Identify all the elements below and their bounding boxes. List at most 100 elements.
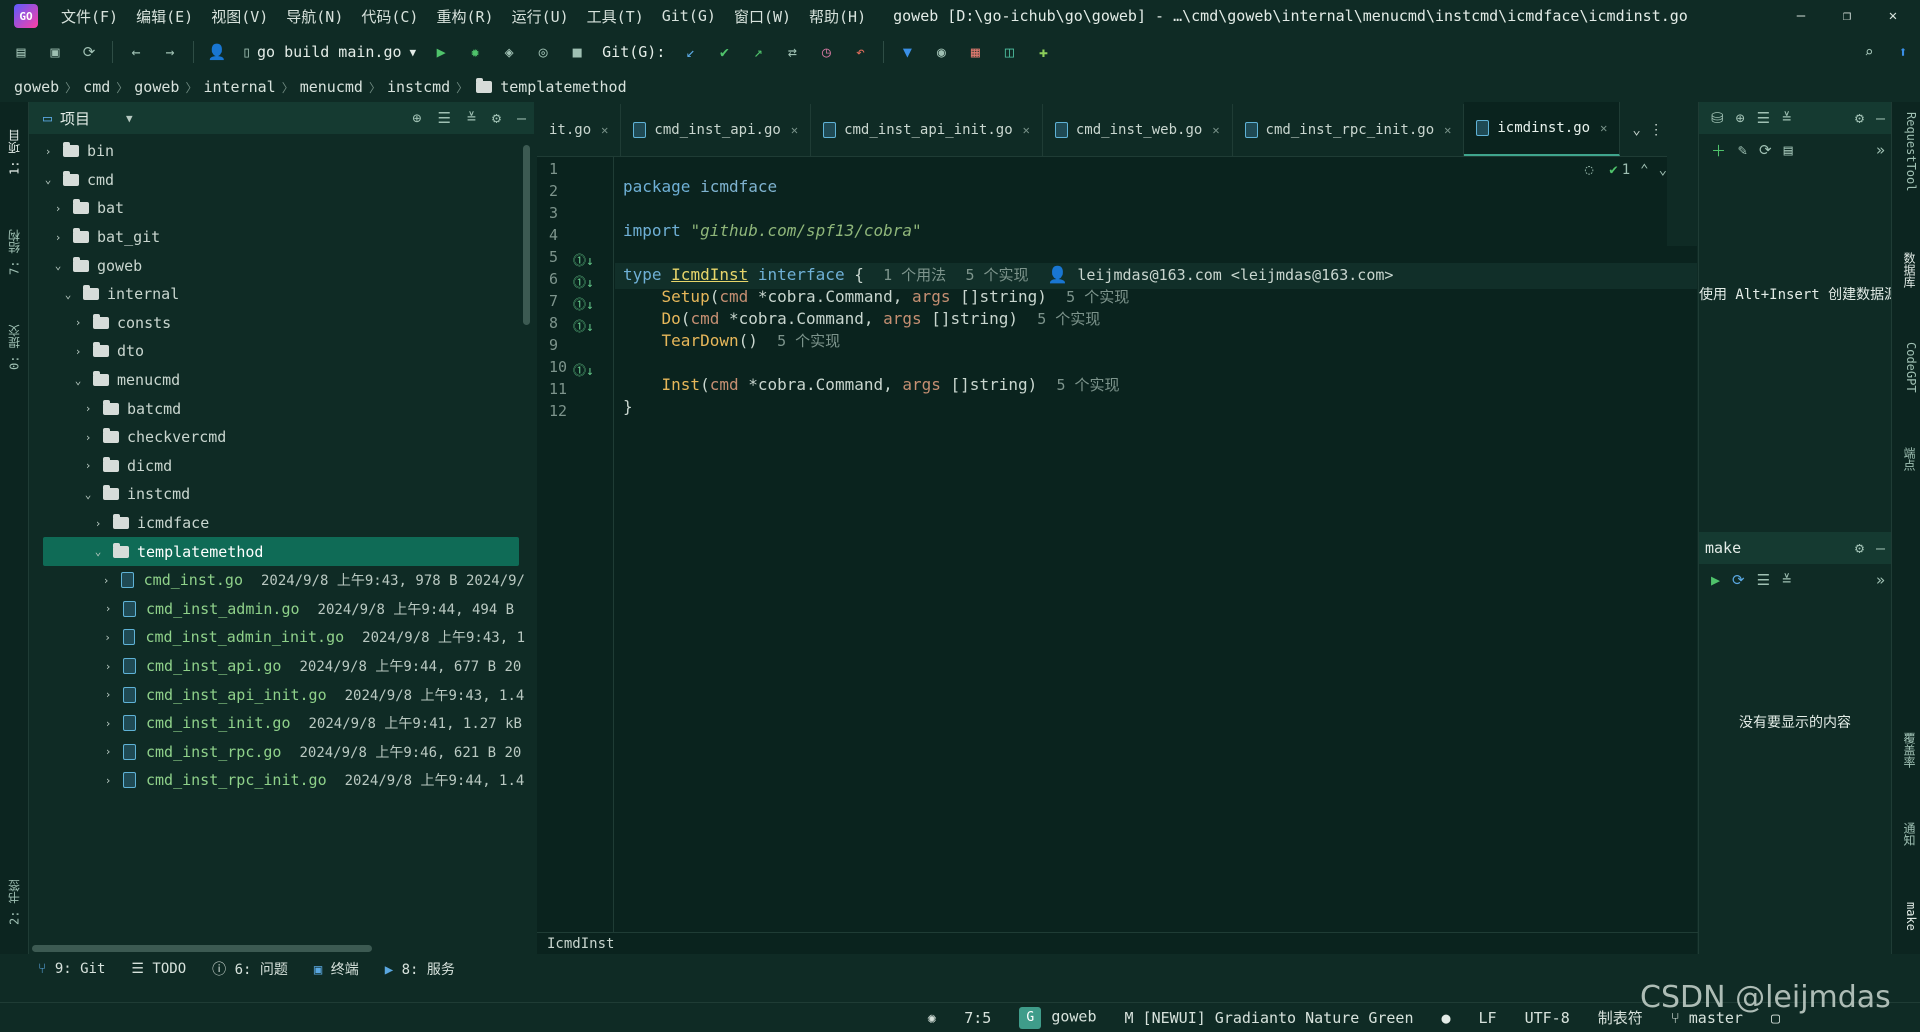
circle-icon[interactable]: ● [1441,1009,1450,1027]
plugin-search-icon[interactable]: ◉ [928,39,954,65]
impl-hint[interactable]: 5 个实现 [1066,288,1129,306]
implementation-marker-icon[interactable]: ⓵↓ [573,272,594,291]
refresh-icon[interactable]: ⟳ [1732,571,1745,589]
current-symbol[interactable]: IcmdInst [547,936,614,952]
code-line-8[interactable]: TearDown() 5 个实现 [623,327,841,354]
run-icon[interactable]: ▶ [1711,571,1720,589]
breadcrumb-item[interactable]: goweb [134,78,179,96]
code-line-11[interactable]: } [623,393,633,420]
menu-tools[interactable]: 工具(T) [578,6,653,27]
tabs-overflow-icon[interactable]: ⌄ ⋮ [1620,104,1675,156]
search-icon[interactable]: ⌕ [1856,39,1882,65]
git-compare-icon[interactable]: ⇄ [779,39,805,65]
line-number[interactable]: 1 [549,160,579,178]
collapse-all-icon[interactable]: ≚ [1782,571,1791,589]
chevron-right-icon[interactable]: › [101,631,115,644]
chevron-right-icon[interactable]: › [51,202,65,215]
impl-hint[interactable]: 5 个实现 [965,266,1028,284]
breadcrumb-item[interactable]: menucmd [300,78,363,96]
chevron-down-icon[interactable]: ⌄ [61,288,75,301]
chevron-right-icon[interactable]: › [101,745,115,758]
table-icon[interactable]: ▤ [1784,141,1793,159]
tool-tab-commit[interactable]: 0: 提交 [2,302,26,392]
menu-window[interactable]: 窗口(W) [725,6,800,27]
inspection-widget[interactable]: ◌ ✔ 1 ⌃ ⌄ [1585,162,1667,178]
impl-hint[interactable]: 5 个实现 [1037,310,1100,328]
vcs-status[interactable]: Ggoweb [1019,1006,1096,1029]
chevron-right-icon[interactable]: › [101,660,115,673]
line-number[interactable]: 12 [549,402,579,420]
tree-file-row[interactable]: › cmd_inst_rpc_init.go 2024/9/8 上午9:44, 1.… [29,766,525,795]
chevron-right-icon[interactable]: › [81,459,95,472]
tree-file-row[interactable]: › cmd_inst_api_init.go 2024/9/8 上午9:43, 1.… [29,680,525,709]
forward-icon[interactable]: → [157,39,183,65]
tool-tab-services[interactable]: ▶ 8: 服务 [385,959,455,979]
menu-help[interactable]: 帮助(H) [800,6,875,27]
impl-hint[interactable]: 5 个实现 [777,332,840,350]
tree-folder-row[interactable]: ⌄ goweb [29,251,525,280]
breadcrumb-item[interactable]: templatemethod [500,78,626,96]
history-icon[interactable]: ◷ [813,39,839,65]
collapse-all-icon[interactable]: ≚ [467,109,476,127]
indent-setting[interactable]: 制表符 [1598,1007,1643,1028]
close-icon[interactable]: ✕ [1600,121,1607,135]
gear-icon[interactable]: ⚙ [1855,539,1864,557]
chevron-right-icon[interactable]: › [99,574,113,587]
update-icon[interactable]: ⬆ [1890,39,1916,65]
tree-file-row[interactable]: › cmd_inst_init.go 2024/9/8 上午9:41, 1.27 k… [29,709,525,738]
breadcrumb-item[interactable]: cmd [83,78,110,96]
git-commit-icon[interactable]: ✔ [711,39,737,65]
implementation-marker-icon[interactable]: ⓵↓ [573,360,594,379]
editor-tab[interactable]: cmd_inst_api_init.go ✕ [811,104,1043,156]
back-icon[interactable]: ← [123,39,149,65]
make-panel-title[interactable]: make [1705,539,1741,557]
gear-icon[interactable]: ⚙ [1855,109,1864,127]
tool-tab-make[interactable]: make [1896,902,1918,952]
debug-icon[interactable]: ✹ [462,39,488,65]
locate-icon[interactable]: ⊕ [412,109,421,127]
tree-folder-row[interactable]: › bat_git [29,223,525,252]
tool-tab-coverage[interactable]: 覆盖率 [1896,732,1918,792]
gear-icon[interactable]: ⚙ [492,109,501,127]
chevron-right-icon[interactable]: › [41,145,55,158]
expand-all-icon[interactable]: ☰ [1757,109,1770,127]
maximize-button[interactable]: ❐ [1824,0,1870,32]
add-icon[interactable]: ＋ [1711,140,1726,161]
chevron-down-icon[interactable]: ⌄ [41,173,55,186]
chevron-right-icon[interactable]: › [81,431,95,444]
close-icon[interactable]: ✕ [601,123,608,137]
chevron-right-icon[interactable]: › [101,774,115,787]
git-update-icon[interactable]: ↙ [677,39,703,65]
hide-icon[interactable]: — [1876,539,1885,557]
tool-tab-bookmarks[interactable]: 2: 书签 [2,862,26,942]
tool-tab-problems[interactable]: ⓘ 6: 问题 [212,959,288,979]
chevron-right-icon[interactable]: › [51,231,65,244]
hide-icon[interactable]: — [1876,109,1885,127]
tree-file-row[interactable]: › cmd_inst_rpc.go 2024/9/8 上午9:46, 621 B 2… [29,738,525,767]
chevron-right-icon[interactable]: › [101,717,115,730]
tree-folder-row[interactable]: › batcmd [29,394,525,423]
line-number[interactable]: 2 [549,182,579,200]
menu-run[interactable]: 运行(U) [503,6,578,27]
chevron-down-icon[interactable]: ⌄ [91,545,105,558]
close-icon[interactable]: ✕ [1444,123,1451,137]
editor-tab[interactable]: it.go ✕ [537,104,622,156]
file-encoding[interactable]: UTF-8 [1525,1009,1570,1027]
tool-tab-project[interactable]: 1: 项目 [2,112,26,192]
eye-off-icon[interactable]: ◌ [1585,162,1593,178]
menu-edit[interactable]: 编辑(E) [127,6,202,27]
chevron-right-icon[interactable]: › [101,602,115,615]
tool-tab-endpoints[interactable]: 端点 [1896,447,1918,507]
run-icon[interactable]: ▶ [428,39,454,65]
implementation-marker-icon[interactable]: ⓵↓ [573,316,594,335]
tree-file-row[interactable]: › cmd_inst_admin.go 2024/9/8 上午9:44, 494 B [29,595,525,624]
chevron-down-icon[interactable]: ⌄ [71,374,85,387]
profile-icon[interactable]: ◎ [530,39,556,65]
tree-folder-row[interactable]: › checkvercmd [29,423,525,452]
locate-icon[interactable]: ⊕ [1736,109,1745,127]
tool-tab-terminal[interactable]: ▣ 终端 [314,959,359,979]
save-all-icon[interactable]: ▣ [42,39,68,65]
refresh-icon[interactable]: ⟳ [1759,141,1772,159]
tree-folder-row[interactable]: › consts [29,309,525,338]
breadcrumb-item[interactable]: goweb [14,78,59,96]
